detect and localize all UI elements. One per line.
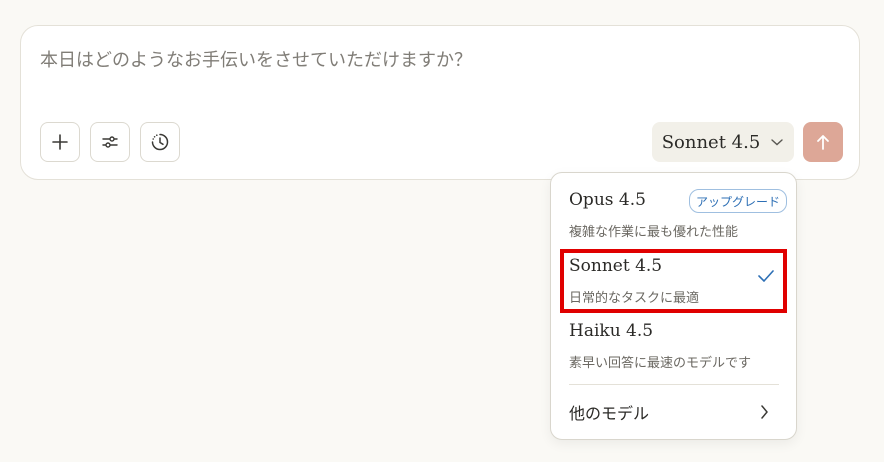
history-button[interactable] xyxy=(140,122,180,162)
chevron-right-icon xyxy=(761,405,768,419)
selection-highlight-box xyxy=(560,249,787,313)
model-option-name: Haiku 4.5 xyxy=(569,321,654,341)
model-selector[interactable]: Sonnet 4.5 xyxy=(652,122,794,162)
model-option-haiku[interactable]: Haiku 4.5 素早い回答に最速のモデルです xyxy=(551,315,796,379)
sliders-icon xyxy=(102,136,118,148)
model-selector-label: Sonnet 4.5 xyxy=(661,131,761,153)
model-option-desc: 複雑な作業に最も優れた性能 xyxy=(569,225,739,240)
prompt-input[interactable]: 本日はどのようなお手伝いをさせていただけますか？ xyxy=(40,46,472,72)
upgrade-badge[interactable]: アップグレード xyxy=(689,189,788,213)
settings-button[interactable] xyxy=(90,122,130,162)
menu-divider xyxy=(569,384,779,385)
plus-icon xyxy=(52,134,68,150)
add-button[interactable] xyxy=(40,122,80,162)
clock-icon xyxy=(151,133,169,151)
model-option-opus[interactable]: Opus 4.5 アップグレード 複雑な作業に最も優れた性能 xyxy=(551,173,796,245)
send-button[interactable] xyxy=(803,122,843,162)
arrow-up-icon xyxy=(817,135,829,150)
model-option-desc: 素早い回答に最速のモデルです xyxy=(569,356,752,371)
more-models-item[interactable]: 他のモデル xyxy=(569,400,649,424)
chevron-down-icon xyxy=(771,139,783,146)
chat-composer: 本日はどのようなお手伝いをさせていただけますか？ Sonnet 4.5 xyxy=(20,25,860,180)
model-option-name: Opus 4.5 xyxy=(569,190,646,210)
